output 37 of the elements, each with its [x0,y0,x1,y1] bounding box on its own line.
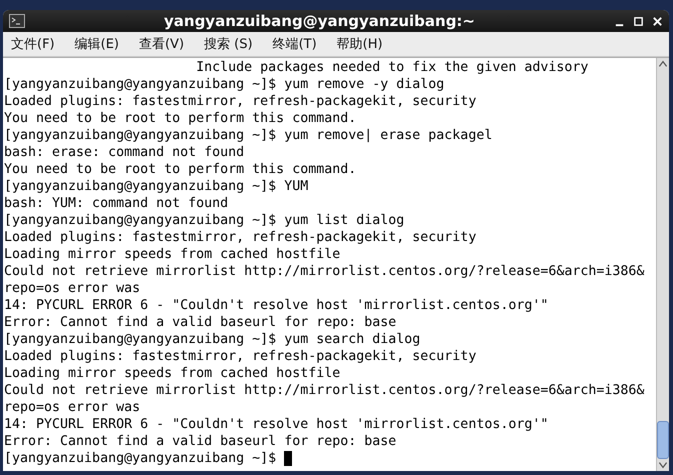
terminal-line: Could not retrieve mirrorlist http://mirrorlist.centos.org/?release=6&arch=i386& [4,263,646,280]
cursor-icon [284,450,292,466]
menu-item[interactable]: 查看(V) [136,35,186,53]
terminal-line: Could not retrieve mirrorlist http://mirrorlist.centos.org/?release=6&arch=i386& [4,382,646,399]
terminal-line: bash: YUM: command not found [4,195,230,212]
terminal-line: 14: PYCURL ERROR 6 - "Couldn't resolve host 'mirrorlist.centos.org'" [4,416,550,433]
maximize-icon[interactable] [633,16,644,26]
menu-item[interactable]: 终端(T) [270,35,319,53]
terminal-line: [yangyanzuibang@yangyanzuibang ~]$ yum list dialog [4,212,406,229]
menu-item[interactable]: 帮助(H) [334,35,385,53]
terminal-line: Loading mirror speeds from cached hostfile [4,246,342,263]
terminal-line: Loaded plugins: fastestmirror, refresh-packagekit, security [4,348,478,365]
terminal-line: Loading mirror speeds from cached hostfile [4,365,342,382]
terminal-line: Loaded plugins: fastestmirror, refresh-packagekit, security [4,93,478,110]
terminal-line: Error: Cannot find a valid baseurl for repo: base [4,433,398,450]
terminal-line: [yangyanzuibang@yangyanzuibang ~]$ YUM [4,178,310,195]
terminal-line: 14: PYCURL ERROR 6 - "Couldn't resolve host 'mirrorlist.centos.org'" [4,297,550,314]
scrollbar[interactable] [656,58,669,471]
menu-item[interactable]: 搜索 (S) [202,35,255,53]
terminal-line: Include packages needed to fix the given advisory [195,59,590,76]
terminal-line: [yangyanzuibang@yangyanzuibang ~]$ yum remove -y dialog [4,76,446,93]
terminal-line: bash: erase: command not found [4,144,246,161]
terminal-line: [yangyanzuibang@yangyanzuibang ~]$ yum remove| erase packagel [4,127,494,144]
terminal-line: You need to be root to perform this command. [4,161,358,178]
terminal-line: Error: Cannot find a valid baseurl for repo: base [4,314,398,331]
terminal-line: You need to be root to perform this command. [4,110,358,127]
terminal-line: [yangyanzuibang@yangyanzuibang ~]$ [4,450,656,467]
terminal-line: repo=os error was [4,280,142,297]
close-icon[interactable] [652,16,663,26]
menu-item[interactable]: 文件(F) [9,35,57,53]
terminal-icon [9,14,25,28]
window-title: yangyanzuibang@yangyanzuibang:~ [162,12,476,30]
menu-item[interactable]: 编辑(E) [72,35,121,53]
terminal-line: repo=os error was [4,399,142,416]
terminal-line: [yangyanzuibang@yangyanzuibang ~]$ yum search dialog [4,331,422,348]
terminal-line: Loaded plugins: fastestmirror, refresh-packagekit, security [4,229,478,246]
scroll-thumb[interactable] [657,421,669,459]
